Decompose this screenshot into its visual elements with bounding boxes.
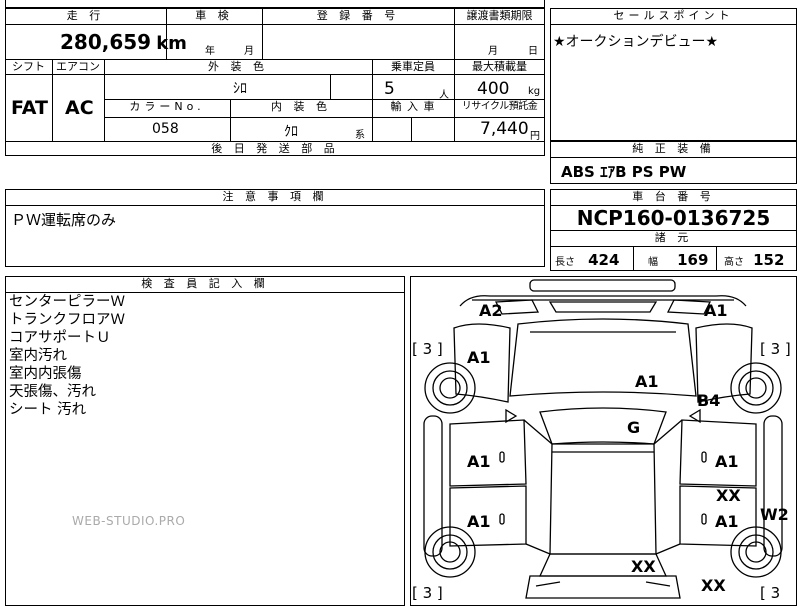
inspector-line: 室内汚れ [9,348,67,364]
inspector-line: 天張傷、汚れ [9,384,96,400]
interior-color-header: 内 装 色 [271,100,331,113]
sales-point-text: ★オークションデビュー★ [553,34,719,50]
spec-length: 長さ 424 [555,251,620,269]
standard-equipment-header: 純 正 装 備 [632,142,715,155]
aircon-header: エアコン [56,60,100,73]
sales-point-box [550,8,797,141]
color-no-header: カラーNo. [129,100,205,113]
chassis-header: 車 台 番 号 [632,190,715,203]
inspector-line: トランクフロアＷ [9,312,125,328]
specs-header: 諸 元 [654,231,693,244]
inspector-header: 検 査 員 記 入 欄 [141,277,269,290]
mark-a2-top-left: A2 [479,301,503,320]
bracket-bottom-right: [ 3 [760,584,780,600]
sales-point-header: セールスポイント [613,9,734,22]
watermark: WEB-STUDIO.PRO [72,514,186,528]
interior-color-value: ｸﾛ [284,124,298,140]
later-parts-header: 後 日 発 送 部 品 [211,142,339,155]
mark-a1-hood: A1 [635,372,659,391]
recycle-header: リサイクル預託金 [461,101,538,112]
mark-b4-right: B4 [697,391,720,410]
spec-height: 高さ 152 [724,251,785,269]
inspector-line: 室内内張傷 [9,366,82,382]
mileage-header: 走 行 [66,9,105,22]
chassis-number: NCP160-0136725 [576,206,771,230]
recycle-unit: 円 [530,131,540,142]
aircon-value: AC [65,97,94,119]
inspector-line: センターピラーＷ [9,294,125,310]
exterior-color-value: ｼﾛ [233,81,247,97]
mark-a1-right-door1: A1 [715,452,739,471]
mark-a1-left-front: A1 [467,348,491,367]
standard-equipment-text: ABS ｴｱB PS PW [561,163,687,181]
inspection-month: 月 [244,46,254,57]
mileage-value: 280,659 km [60,30,187,54]
notes-text: ＰＷ運転席のみ [11,211,117,229]
exterior-color-header: 外 装 色 [208,60,268,73]
transfer-day: 日 [528,46,538,57]
spec-width: 幅 169 [648,251,709,269]
interior-color-suffix: 系 [355,130,365,141]
max-load-unit: kg [528,86,541,97]
top-cutoff-row [5,0,545,8]
inspector-lines: センターピラーＷ トランクフロアＷ コアサポートＵ 室内汚れ 室内内張傷 天張傷… [9,293,125,419]
inspection-header: 車 検 [195,9,233,22]
mark-xx-right-door2: XX [716,486,741,505]
mark-a1-left-door2: A1 [467,512,491,531]
notes-header: 注 意 事 項 欄 [222,190,328,203]
mark-w2-right: W2 [760,505,789,524]
mark-a1-top-right: A1 [704,301,728,320]
mark-a1-right-door2: A1 [715,512,739,531]
mark-g-windshield: G [627,418,640,437]
bracket-top-right: [ 3 ] [760,340,791,358]
inspector-line: コアサポートＵ [9,330,111,346]
recycle-value: 7,440 [480,119,529,139]
bracket-bottom-left: [ 3 ] [412,584,443,600]
transfer-deadline-header: 譲渡書類期限 [466,9,533,22]
inspector-line: シート 汚れ [9,402,87,418]
mark-xx-rear-right: XX [701,576,726,595]
bracket-top-left: [ 3 ] [412,340,443,358]
capacity-unit: 人 [439,90,449,101]
mark-a1-left-door1: A1 [467,452,491,471]
max-load-value: 400 [477,79,510,99]
capacity-header: 乗車定員 [391,60,435,73]
transfer-month: 月 [488,46,498,57]
inspection-year: 年 [205,46,215,57]
mark-xx-trunk: XX [631,557,656,576]
import-header: 輸 入 車 [390,100,436,113]
shift-value: FAT [11,97,48,119]
car-diagram: [ 3 ] [ 3 ] [ 3 ] [ 3 A2 A1 A1 A1 B4 G A… [412,279,791,600]
capacity-value: 5 [384,79,395,99]
color-no-value: 058 [152,121,179,137]
max-load-header: 最大積載量 [472,60,527,73]
shift-header: シフト [12,60,45,73]
registration-header: 登 録 番 号 [316,9,400,22]
